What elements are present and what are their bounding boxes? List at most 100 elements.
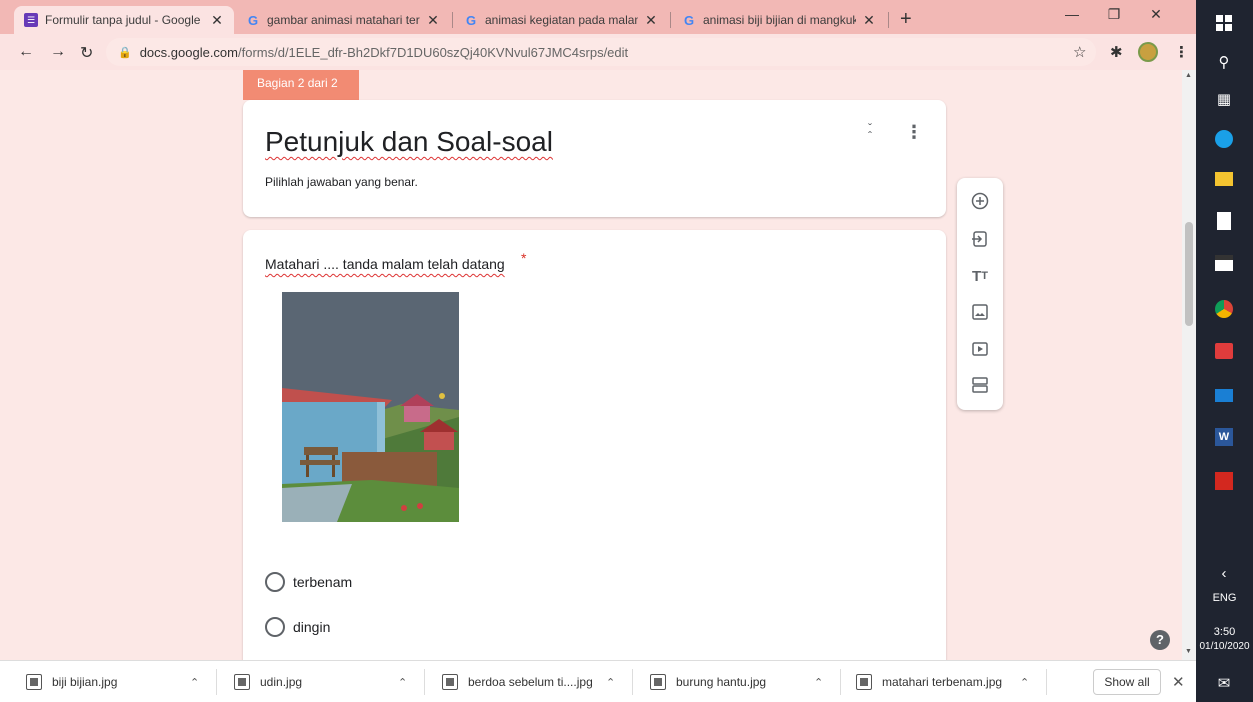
section-description[interactable]: Pilihlah jawaban yang benar.: [265, 175, 418, 189]
download-item[interactable]: burung hantu.jpg ⌃: [650, 669, 830, 695]
add-image-icon[interactable]: [969, 301, 991, 323]
tab-title: animasi kegiatan pada malam ha: [485, 13, 638, 27]
url-path: /forms/d/1ELE_dfr-Bh2Dkf7D1DU60szQj40KVN…: [237, 44, 629, 60]
add-title-icon[interactable]: TT: [969, 265, 991, 287]
google-icon: G: [247, 12, 259, 28]
mail-icon[interactable]: [1213, 384, 1235, 406]
download-item[interactable]: udin.jpg ⌃: [234, 669, 414, 695]
option-dingin[interactable]: dingin: [265, 617, 330, 637]
tab-search-2[interactable]: G animasi kegiatan pada malam ha ✕: [454, 6, 668, 34]
question-card[interactable]: Matahari .... tanda malam telah datang *: [243, 230, 946, 660]
section-title[interactable]: Petunjuk dan Soal-soal: [265, 126, 553, 158]
required-asterisk: *: [521, 250, 527, 266]
chevron-up-icon[interactable]: ⌃: [606, 676, 615, 689]
more-options-icon[interactable]: ⋮: [905, 122, 923, 143]
lock-icon: 🔒: [118, 46, 132, 59]
download-filename: berdoa sebelum ti....jpg: [468, 675, 593, 689]
reload-icon[interactable]: ↻: [80, 43, 93, 63]
window-close-icon[interactable]: ✕: [1136, 6, 1176, 23]
chrome-icon[interactable]: [1213, 298, 1235, 320]
acrobat-icon[interactable]: [1213, 470, 1235, 492]
tab-divider: [888, 12, 889, 28]
divider: [840, 669, 841, 695]
scroll-down-icon[interactable]: ▼: [1185, 648, 1192, 655]
chevron-up-icon[interactable]: ⌃: [190, 676, 199, 689]
divider: [632, 669, 633, 695]
address-bar: ← → ↻ 🔒 docs.google.com/forms/d/1ELE_dfr…: [0, 34, 1196, 70]
search-icon[interactable]: ⚲: [1213, 51, 1235, 73]
store-icon[interactable]: [1213, 252, 1235, 274]
clock-time[interactable]: 3:50: [1196, 626, 1253, 638]
task-view-icon[interactable]: ▦: [1213, 88, 1235, 110]
add-video-icon[interactable]: [969, 338, 991, 360]
language-indicator[interactable]: ENG: [1196, 592, 1253, 604]
chevron-up-icon[interactable]: ⌃: [1020, 676, 1029, 689]
close-icon[interactable]: ✕: [426, 12, 440, 29]
scroll-up-icon[interactable]: ▲: [1185, 72, 1192, 79]
url-host: docs.google.com: [139, 44, 238, 60]
clock-date[interactable]: 01/10/2020: [1196, 641, 1253, 652]
question-text[interactable]: Matahari .... tanda malam telah datang: [265, 256, 505, 272]
add-section-icon[interactable]: [969, 374, 991, 396]
back-icon[interactable]: ←: [18, 43, 34, 61]
download-filename: biji bijian.jpg: [52, 675, 118, 689]
option-label: dingin: [293, 619, 331, 635]
download-item[interactable]: matahari terbenam.jpg ⌃: [856, 669, 1036, 695]
tab-divider: [452, 12, 453, 28]
download-item[interactable]: biji bijian.jpg ⌃: [26, 669, 206, 695]
question-image[interactable]: [282, 292, 459, 522]
bookmark-star-icon[interactable]: ☆: [1073, 43, 1086, 61]
collapse-section-icon[interactable]: ˇˆ: [863, 122, 877, 142]
extensions-icon[interactable]: ✱: [1110, 43, 1123, 61]
scroll-thumb[interactable]: [1185, 222, 1193, 326]
chevron-left-icon[interactable]: ‹: [1213, 562, 1235, 584]
show-all-button[interactable]: Show all: [1093, 669, 1161, 695]
help-icon[interactable]: ?: [1150, 630, 1170, 650]
word-icon[interactable]: W: [1213, 426, 1235, 448]
windows-start-icon[interactable]: [1213, 12, 1235, 34]
section-badge: Bagian 2 dari 2: [243, 70, 359, 100]
restore-icon[interactable]: ❐: [1094, 6, 1134, 23]
tab-search-1[interactable]: G gambar animasi matahari terben ✕: [236, 6, 450, 34]
download-shelf: biji bijian.jpg ⌃ udin.jpg ⌃ berdoa sebe…: [0, 660, 1196, 702]
browser-menu-icon[interactable]: ⋮: [1174, 43, 1189, 61]
divider: [216, 669, 217, 695]
import-questions-icon[interactable]: [969, 228, 991, 250]
notifications-icon[interactable]: ✉: [1213, 672, 1235, 694]
image-file-icon: [856, 674, 872, 690]
page-scrollbar[interactable]: ▲ ▼: [1182, 70, 1196, 660]
chevron-up-icon[interactable]: ⌃: [814, 676, 823, 689]
forward-icon[interactable]: →: [50, 43, 66, 61]
radio-button[interactable]: [265, 572, 285, 592]
image-file-icon: [26, 674, 42, 690]
tab-forms[interactable]: ☰ Formulir tanpa judul - Google Fo ✕: [14, 6, 234, 34]
profile-avatar[interactable]: [1138, 42, 1158, 62]
windows-taskbar: ⚲ ▦ W ‹ ENG 3:50 01/10/2020 ✉: [1196, 0, 1253, 702]
camera-app-icon[interactable]: [1213, 340, 1235, 362]
radio-button[interactable]: [265, 617, 285, 637]
minimize-icon[interactable]: —: [1052, 6, 1092, 22]
tab-divider: [670, 12, 671, 28]
close-icon[interactable]: ✕: [1172, 673, 1185, 691]
close-icon[interactable]: ✕: [644, 12, 658, 29]
new-tab-icon[interactable]: +: [900, 8, 912, 31]
option-label: terbenam: [293, 574, 353, 590]
download-filename: matahari terbenam.jpg: [882, 675, 1003, 689]
close-icon[interactable]: ✕: [210, 12, 224, 29]
chevron-up-icon[interactable]: ⌃: [398, 676, 407, 689]
tab-title: gambar animasi matahari terben: [267, 13, 420, 27]
tab-search-3[interactable]: G animasi biji bijian di mangkuk - G ✕: [672, 6, 886, 34]
tab-title: Formulir tanpa judul - Google Fo: [45, 13, 204, 27]
option-terbenam[interactable]: terbenam: [265, 572, 352, 592]
download-item[interactable]: berdoa sebelum ti....jpg ⌃: [442, 669, 622, 695]
edge-icon[interactable]: [1213, 128, 1235, 150]
tab-title: animasi biji bijian di mangkuk - G: [703, 13, 856, 27]
download-filename: burung hantu.jpg: [676, 675, 767, 689]
tab-strip: ☰ Formulir tanpa judul - Google Fo ✕ G g…: [0, 0, 1196, 34]
notepad-icon[interactable]: [1213, 210, 1235, 232]
url-input[interactable]: 🔒 docs.google.com/forms/d/1ELE_dfr-Bh2Dk…: [106, 38, 1096, 66]
section-header-card[interactable]: Petunjuk dan Soal-soal Pilihlah jawaban …: [243, 100, 946, 217]
add-question-icon[interactable]: [969, 190, 991, 212]
file-explorer-icon[interactable]: [1213, 168, 1235, 190]
close-icon[interactable]: ✕: [862, 12, 876, 29]
